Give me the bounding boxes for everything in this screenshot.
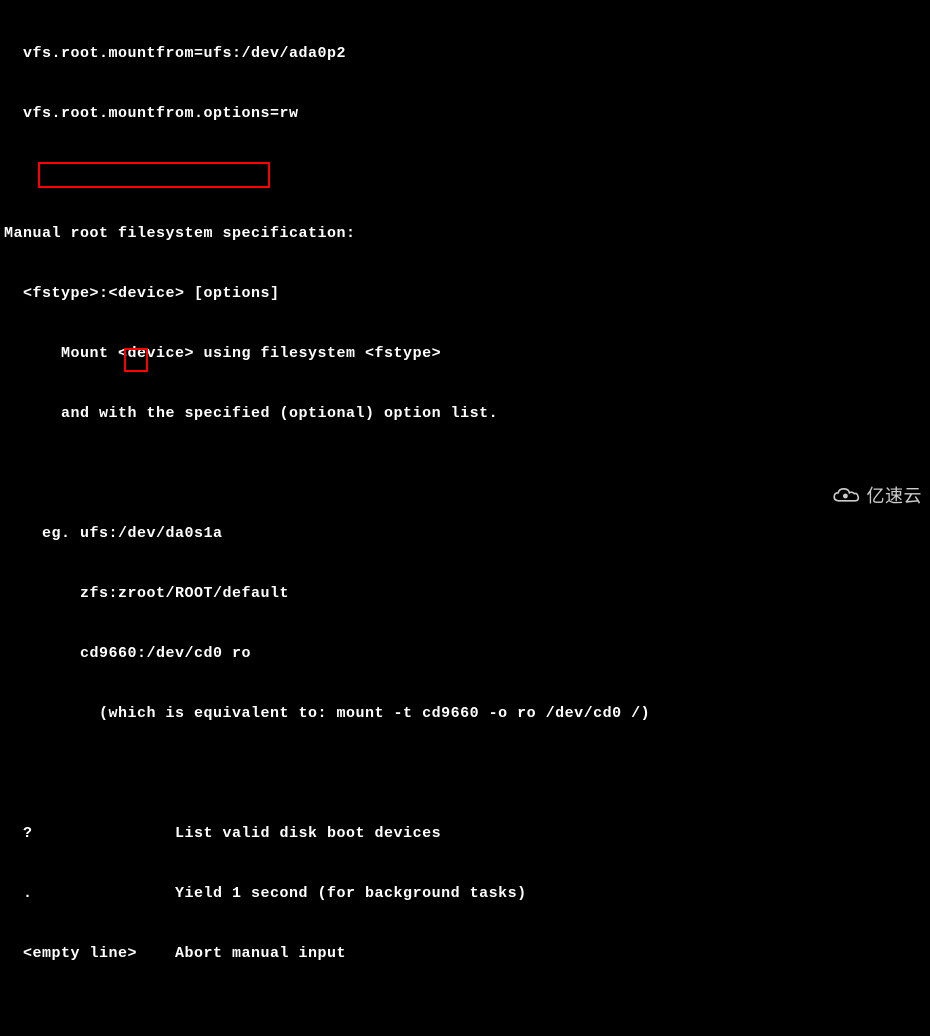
terminal-line xyxy=(4,164,930,184)
terminal-output: vfs.root.mountfrom=ufs:/dev/ada0p2 vfs.r… xyxy=(0,0,930,1036)
terminal-line xyxy=(4,1004,930,1024)
terminal-line xyxy=(4,464,930,484)
terminal-line: Mount <device> using filesystem <fstype> xyxy=(4,344,930,364)
terminal-line: (which is equivalent to: mount -t cd9660… xyxy=(4,704,930,724)
terminal-line xyxy=(4,764,930,784)
terminal-line: <fstype>:<device> [options] xyxy=(4,284,930,304)
terminal-line: and with the specified (optional) option… xyxy=(4,404,930,424)
terminal-line: <empty line> Abort manual input xyxy=(4,944,930,964)
cloud-icon xyxy=(831,486,863,506)
terminal-line: vfs.root.mountfrom=ufs:/dev/ada0p2 xyxy=(4,44,930,64)
terminal-line: vfs.root.mountfrom.options=rw xyxy=(4,104,930,124)
terminal-line: eg. ufs:/dev/da0s1a xyxy=(4,524,930,544)
terminal-line: ? List valid disk boot devices xyxy=(4,824,930,844)
terminal-line: Manual root filesystem specification: xyxy=(4,224,930,244)
watermark-text: 亿速云 xyxy=(867,486,923,506)
terminal-line: zfs:zroot/ROOT/default xyxy=(4,584,930,604)
terminal-line: . Yield 1 second (for background tasks) xyxy=(4,884,930,904)
terminal-line: cd9660:/dev/cd0 ro xyxy=(4,644,930,664)
watermark: 亿速云 xyxy=(831,486,923,506)
